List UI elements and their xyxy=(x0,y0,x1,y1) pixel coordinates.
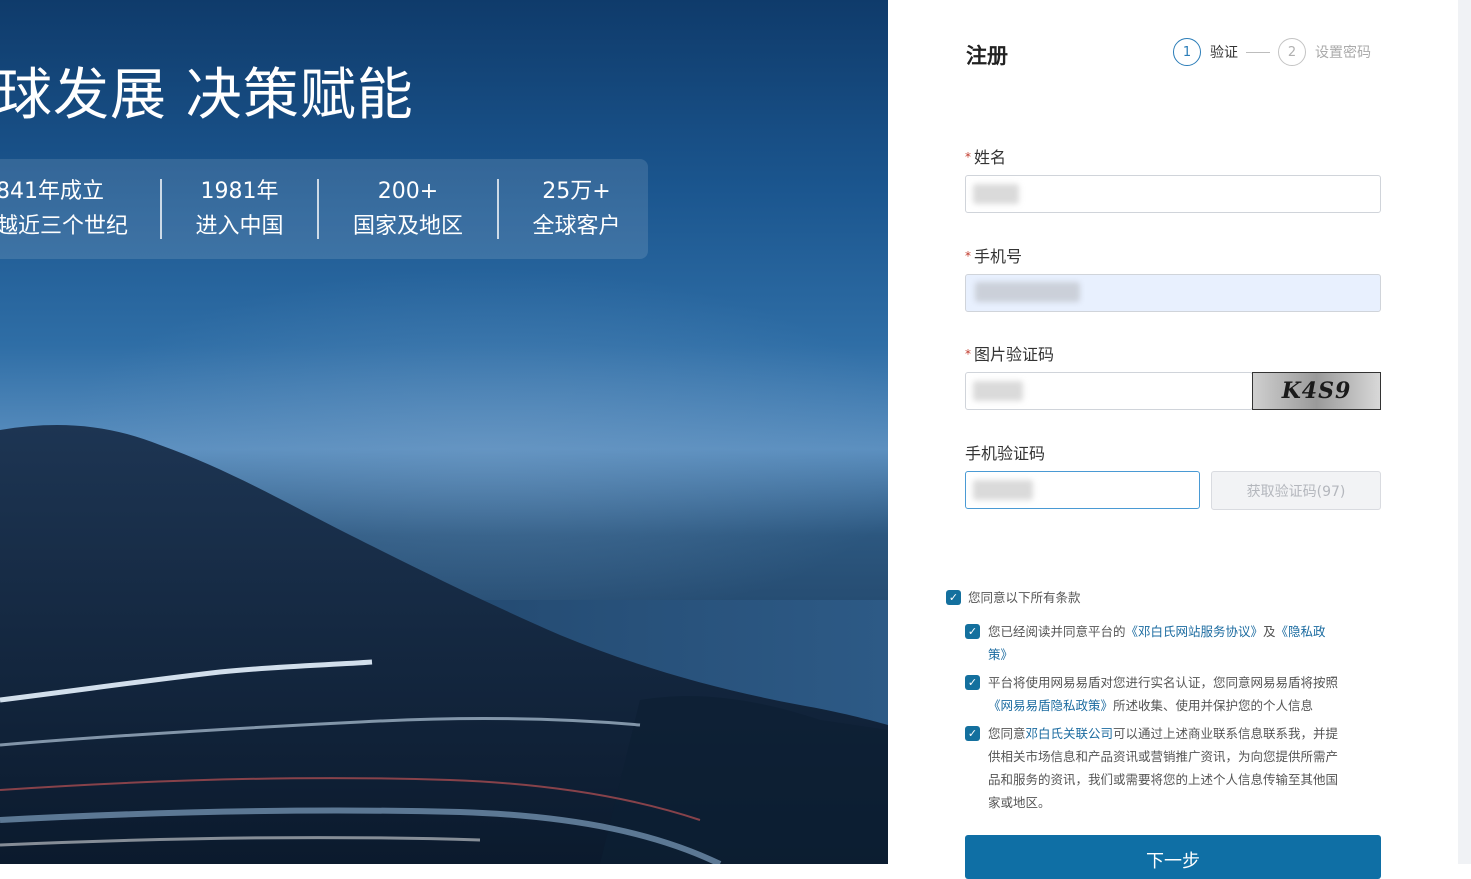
redacted-name xyxy=(973,184,1019,204)
stat-caption: 国家及地区 xyxy=(352,214,463,239)
phone-label: * 手机号 xyxy=(965,243,1022,267)
terms-text: 您同意 xyxy=(988,726,1026,741)
step-connector xyxy=(1246,51,1270,53)
stats-panel: 841年成立 越近三个世纪 1981年 进入中国 200+ 国家及地区 25万+… xyxy=(0,159,648,259)
terms-text: 家或地区。 xyxy=(988,795,1051,810)
terms-checkbox-marketing[interactable]: ✓ xyxy=(965,726,980,741)
terms-checkbox-verification[interactable]: ✓ xyxy=(965,675,980,690)
stat-caption: 越近三个世纪 xyxy=(0,214,129,239)
step-1-label: 验证 xyxy=(1210,45,1238,61)
terms-text: 所述收集、使用并保护您的个人信息 xyxy=(1113,698,1314,713)
terms-text: 供相关市场信息和产品资讯或营销推广资讯，为向您提供所需产 xyxy=(988,749,1339,764)
image-captcha-label: * 图片验证码 xyxy=(965,341,1054,365)
name-label: * 姓名 xyxy=(965,144,1006,168)
register-panel: 注册 1 验证 2 设置密码 * 姓名 * 手机号 * 图片验证码 K4S9 手机验证… xyxy=(888,0,1458,879)
required-mark: * xyxy=(965,347,971,361)
stat-founded: 841年成立 越近三个世纪 xyxy=(0,174,160,244)
terms-text: 及 xyxy=(1263,624,1276,639)
redacted-sms-code xyxy=(973,480,1033,500)
next-step-button[interactable]: 下一步 xyxy=(965,835,1381,879)
privacy-policy-link[interactable]: 《隐私政 xyxy=(1276,624,1326,639)
image-captcha-label-text: 图片验证码 xyxy=(974,345,1055,364)
stat-value: 200+ xyxy=(377,179,439,204)
terms-checkbox-service[interactable]: ✓ xyxy=(965,624,980,639)
required-mark: * xyxy=(965,249,971,263)
sms-code-label: 手机验证码 xyxy=(965,444,1046,463)
agree-all-checkbox[interactable]: ✓ xyxy=(946,590,961,605)
service-agreement-link[interactable]: 《邓白氏网站服务协议》 xyxy=(1126,624,1264,639)
stat-value: 841年成立 xyxy=(0,179,104,204)
stat-countries: 200+ 国家及地区 xyxy=(319,174,497,244)
stat-caption: 进入中国 xyxy=(195,214,284,239)
hero-banner: 球发展 决策赋能 841年成立 越近三个世纪 1981年 进入中国 200+ 国… xyxy=(0,0,888,864)
name-input[interactable] xyxy=(965,175,1381,213)
stat-caption: 全球客户 xyxy=(532,214,621,239)
privacy-policy-link-cont[interactable]: 策》 xyxy=(988,647,1013,662)
name-label-text: 姓名 xyxy=(974,148,1007,167)
terms-text: 可以通过上述商业联系信息联系我，并提 xyxy=(1113,726,1339,741)
step-indicator: 1 验证 2 设置密码 xyxy=(1173,38,1371,66)
terms-verification-text: 平台将使用网易易盾对您进行实名认证，您同意网易易盾将按照 《网易易盾隐私政策》所… xyxy=(988,671,1368,717)
get-code-button[interactable]: 获取验证码(97) xyxy=(1211,471,1381,510)
stat-value: 25万+ xyxy=(542,179,611,204)
phone-label-text: 手机号 xyxy=(974,247,1023,266)
terms-text: 平台将使用网易易盾对您进行实名认证，您同意网易易盾将按照 xyxy=(988,675,1339,690)
hero-title: 球发展 决策赋能 xyxy=(0,63,414,128)
required-mark: * xyxy=(965,150,971,164)
step-2-label: 设置密码 xyxy=(1315,45,1371,61)
stat-customers: 25万+ 全球客户 xyxy=(499,174,654,244)
agree-all-label: 您同意以下所有条款 xyxy=(968,590,1081,605)
page-scroll-gutter xyxy=(1458,0,1471,864)
terms-text: 品和服务的资讯，我们或需要将您的上述个人信息传输至其他国 xyxy=(988,772,1339,787)
affiliates-link[interactable]: 邓白氏关联公司 xyxy=(1026,726,1114,741)
redacted-captcha xyxy=(973,381,1023,401)
step-2-circle: 2 xyxy=(1278,38,1306,66)
terms-marketing-text: 您同意邓白氏关联公司可以通过上述商业联系信息联系我，并提 供相关市场信息和产品资… xyxy=(988,722,1368,814)
form-title: 注册 xyxy=(966,44,1008,68)
terms-service-text: 您已经阅读并同意平台的《邓白氏网站服务协议》及《隐私政 策》 xyxy=(988,620,1368,666)
stat-china-entry: 1981年 进入中国 xyxy=(162,174,317,244)
netease-privacy-link[interactable]: 《网易易盾隐私政策》 xyxy=(988,698,1113,713)
redacted-phone xyxy=(975,282,1080,302)
step-1-circle: 1 xyxy=(1173,38,1201,66)
stat-value: 1981年 xyxy=(200,179,279,204)
captcha-image[interactable]: K4S9 xyxy=(1252,372,1381,410)
terms-text: 您已经阅读并同意平台的 xyxy=(988,624,1126,639)
